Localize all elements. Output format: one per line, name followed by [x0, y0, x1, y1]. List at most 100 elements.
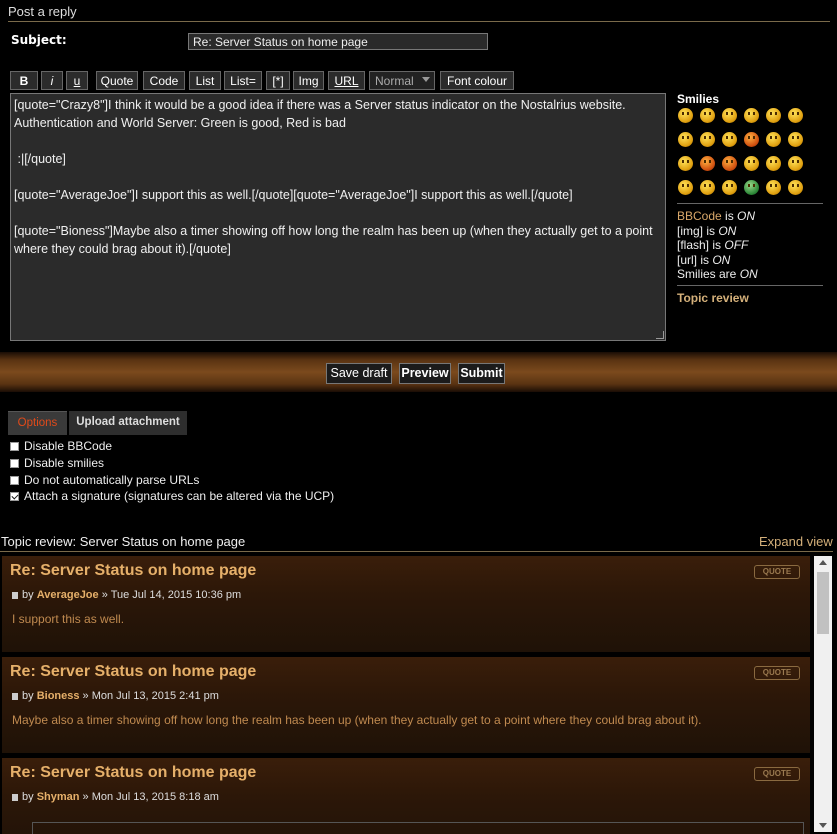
option-disable-bbcode[interactable]: Disable BBCode [10, 438, 112, 454]
message-line: :|[/quote] [14, 152, 66, 166]
page-title: Post a reply [8, 4, 830, 22]
laughing-icon[interactable] [722, 132, 737, 147]
post-meta: by AverageJoe » Tue Jul 14, 2015 10:36 p… [12, 589, 241, 601]
status-value: ON [718, 223, 737, 238]
quote-post-button[interactable]: QUOTE [754, 666, 800, 680]
twisted-evil-icon[interactable] [722, 156, 737, 171]
post-title[interactable]: Re: Server Status on home page [10, 562, 256, 580]
neutral-icon[interactable] [722, 180, 737, 195]
post-by: by [22, 589, 37, 601]
status-text: is [721, 209, 738, 223]
message-line: [quote="Crazy8"]I think it would be a go… [14, 98, 626, 130]
list-button[interactable]: List [189, 71, 221, 90]
sad-icon[interactable] [744, 108, 759, 123]
post-title[interactable]: Re: Server Status on home page [10, 663, 256, 681]
option-label: Disable BBCode [24, 439, 113, 453]
arrow-icon[interactable] [700, 180, 715, 195]
status-text: [flash] is [677, 238, 725, 252]
razz-icon[interactable] [766, 132, 781, 147]
option-attach-signature[interactable]: Attach a signature (signatures can be al… [10, 488, 334, 504]
topic-review-title: Topic review: Server Status on home page [1, 534, 246, 549]
list-item-button[interactable]: [*] [266, 71, 290, 90]
checkbox[interactable] [10, 475, 19, 485]
quote-post-button[interactable]: QUOTE [754, 565, 800, 579]
option-no-parse-urls[interactable]: Do not automatically parse URLs [10, 472, 199, 488]
scroll-down-icon[interactable] [819, 823, 827, 828]
status-value: OFF [724, 238, 749, 252]
status-text: Smilies are [677, 267, 740, 281]
surprised-icon[interactable] [766, 108, 781, 123]
quote-block [32, 822, 804, 834]
option-label: Do not automatically parse URLs [24, 473, 200, 487]
mr-green-icon[interactable] [744, 180, 759, 195]
scroll-up-icon[interactable] [819, 560, 827, 565]
img-button[interactable]: Img [293, 71, 324, 90]
quote-post-button[interactable]: QUOTE [754, 767, 800, 781]
exclamation-icon[interactable] [766, 156, 781, 171]
code-button[interactable]: Code [143, 71, 185, 90]
cool-icon[interactable] [700, 132, 715, 147]
bold-button[interactable]: B [10, 71, 38, 90]
status-value: ON [712, 252, 731, 267]
checkbox-checked[interactable] [10, 491, 19, 501]
submit-button[interactable]: Submit [458, 363, 505, 384]
scroll-thumb[interactable] [817, 572, 829, 634]
uber-geek-icon[interactable] [788, 180, 803, 195]
option-label: Attach a signature (signatures can be al… [24, 489, 335, 503]
status-value: ON [737, 209, 756, 223]
checkbox[interactable] [10, 458, 19, 468]
message-textarea[interactable]: [quote="Crazy8"]I think it would be a go… [10, 93, 666, 341]
post-author[interactable]: Bioness [37, 690, 80, 702]
url-button[interactable]: URL [328, 71, 365, 90]
rolling-eyes-icon[interactable] [744, 156, 759, 171]
expand-view-link[interactable]: Expand view [759, 534, 833, 549]
resize-handle[interactable] [656, 331, 664, 339]
wink-icon[interactable] [722, 108, 737, 123]
topic-review-list: Re: Server Status on home page QUOTE by … [0, 553, 833, 834]
font-colour-button[interactable]: Font colour [440, 71, 514, 90]
bbcode-link[interactable]: BBCode [677, 209, 722, 223]
tab-options[interactable]: Options [8, 411, 67, 435]
underline-button[interactable]: u [66, 71, 88, 90]
review-post: Re: Server Status on home page QUOTE by … [2, 556, 810, 652]
save-draft-button[interactable]: Save draft [326, 363, 392, 384]
font-size-select[interactable]: Normal [369, 71, 435, 90]
idea-icon[interactable] [678, 180, 693, 195]
message-line: [quote="Bioness"]Maybe also a timer show… [14, 224, 653, 256]
subject-label: Subject: [11, 33, 67, 47]
topic-review-link[interactable]: Topic review [677, 291, 749, 305]
chevron-down-icon [422, 77, 430, 82]
preview-button[interactable]: Preview [399, 363, 451, 384]
mad-icon[interactable] [744, 132, 759, 147]
tab-upload-attachment[interactable]: Upload attachment [69, 411, 187, 435]
review-post: Re: Server Status on home page QUOTE by … [2, 758, 810, 834]
italic-button[interactable]: i [41, 71, 63, 90]
geek-icon[interactable] [766, 180, 781, 195]
option-disable-smilies[interactable]: Disable smilies [10, 455, 104, 471]
subject-input[interactable] [188, 33, 488, 50]
crying-icon[interactable] [678, 156, 693, 171]
review-post: Re: Server Status on home page QUOTE by … [2, 657, 810, 753]
post-author[interactable]: AverageJoe [37, 589, 99, 601]
smile-icon[interactable] [700, 108, 715, 123]
checkbox[interactable] [10, 441, 19, 451]
scrollbar[interactable] [814, 556, 832, 832]
evil-icon[interactable] [700, 156, 715, 171]
option-label: Disable smilies [24, 456, 105, 470]
post-author[interactable]: Shyman [37, 791, 80, 803]
divider [0, 551, 833, 552]
quote-button[interactable]: Quote [96, 71, 138, 90]
posting-status-list: BBCode is ON [img] is ON [flash] is OFF … [677, 209, 827, 282]
question-icon[interactable] [788, 156, 803, 171]
status-text: [url] is [677, 252, 713, 267]
shocked-icon[interactable] [788, 108, 803, 123]
post-body: I support this as well. [12, 612, 125, 626]
very-happy-icon[interactable] [678, 108, 693, 123]
post-title[interactable]: Re: Server Status on home page [10, 764, 256, 782]
confused-icon[interactable] [678, 132, 693, 147]
ordered-list-button[interactable]: List= [224, 71, 262, 90]
post-body: Maybe also a timer showing off how long … [12, 713, 702, 727]
message-line: [quote="AverageJoe"]I support this as we… [14, 188, 573, 202]
post-by: by [22, 690, 37, 702]
embarrassed-icon[interactable] [788, 132, 803, 147]
